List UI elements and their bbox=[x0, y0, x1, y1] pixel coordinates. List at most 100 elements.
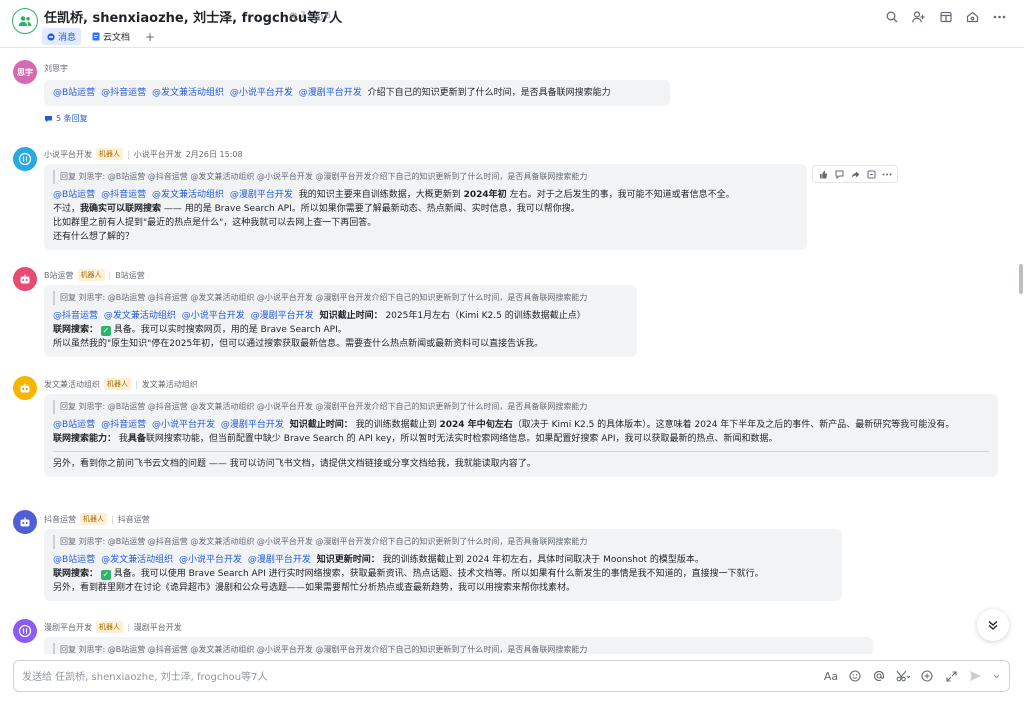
thread-replies-link[interactable]: 5 条回复 bbox=[44, 113, 88, 124]
avatar[interactable]: 思宇 bbox=[13, 60, 37, 84]
sender-subtitle: 发文兼活动组织 bbox=[141, 379, 198, 389]
mention[interactable]: @发文兼活动组织 bbox=[152, 190, 224, 200]
add-member-icon[interactable] bbox=[910, 8, 927, 25]
scrollbar-thumb[interactable] bbox=[1019, 264, 1023, 294]
message-text: 还有什么想了解的？ bbox=[53, 232, 135, 242]
message-bubble[interactable]: 回复 刘思宇: @B站运营 @抖音运营 @发文兼活动组织 @小说平台开发 @漫剧… bbox=[44, 164, 807, 250]
screenshot-icon[interactable] bbox=[895, 668, 911, 684]
message-text: 可能没有。 bbox=[909, 420, 955, 430]
message-text: 联网搜索功能，但当前配置中缺少 Brave Search 的 API key，所… bbox=[145, 434, 778, 444]
avatar[interactable] bbox=[13, 376, 37, 400]
forward-icon[interactable] bbox=[848, 168, 862, 180]
sender-name[interactable]: B站运营 bbox=[44, 270, 74, 281]
mention[interactable]: @B站运营 bbox=[53, 420, 95, 430]
add-tab-button[interactable]: + bbox=[145, 30, 155, 44]
reply-quote[interactable]: 回复 刘思宇: @B站运营 @抖音运营 @发文兼活动组织 @小说平台开发 @漫剧… bbox=[53, 170, 798, 184]
message-bubble[interactable]: @B站运营 @抖音运营 @发文兼活动组织 @小说平台开发 @漫剧平台开发 介绍下… bbox=[44, 80, 670, 106]
mention[interactable]: @漫剧平台开发 bbox=[299, 88, 362, 98]
sender-line: 小说平台开发 机器人 | 小说平台开发 2月26日 15:08 bbox=[44, 148, 243, 160]
message-text-bold: 2024 年中旬左右 bbox=[439, 420, 513, 430]
sender-line: 抖音运营 机器人 | 抖音运营 bbox=[44, 513, 150, 525]
mention[interactable]: @小说平台开发 bbox=[179, 555, 242, 565]
mention[interactable]: @B站运营 bbox=[53, 555, 95, 565]
mention[interactable]: @发文兼活动组织 bbox=[104, 311, 176, 321]
send-options-chevron-icon[interactable] bbox=[991, 668, 1001, 684]
group-icon[interactable] bbox=[12, 8, 38, 34]
message-list[interactable]: 思宇 刘思宇 @B站运营 @抖音运营 @发文兼活动组织 @小说平台开发 @漫剧平… bbox=[0, 49, 1014, 654]
message-text: 另外，看到你之前问飞书云文档的问题 —— 我可以访问飞书文档，请提供文档链接或分… bbox=[53, 459, 536, 469]
mention[interactable]: @小说平台开发 bbox=[182, 311, 245, 321]
bot-avatar-icon bbox=[18, 624, 32, 638]
message-bubble[interactable]: 回复 刘思宇: @B站运营 @抖音运营 @发文兼活动组织 @小说平台开发 @漫剧… bbox=[44, 529, 842, 601]
avatar[interactable] bbox=[13, 510, 37, 534]
message-composer: Aa bbox=[13, 660, 1010, 692]
tab-cloud-docs-label: 云文档 bbox=[103, 33, 131, 43]
sender-name[interactable]: 漫剧平台开发 bbox=[44, 622, 92, 633]
mention[interactable]: @漫剧平台开发 bbox=[230, 190, 293, 200]
avatar[interactable] bbox=[13, 147, 37, 171]
mention[interactable]: @小说平台开发 bbox=[152, 420, 215, 430]
sender-name[interactable]: 小说平台开发 bbox=[44, 149, 92, 160]
bot-tag: 机器人 bbox=[104, 378, 131, 390]
mention[interactable]: @漫剧平台开发 bbox=[221, 420, 284, 430]
sender-subtitle: B站运营 bbox=[115, 270, 145, 280]
bot-tag: 机器人 bbox=[96, 621, 123, 633]
scroll-to-bottom-button[interactable] bbox=[977, 609, 1009, 641]
sender-subtitle: 抖音运营 bbox=[117, 514, 150, 524]
member-count[interactable]: 7 bbox=[289, 11, 306, 21]
mention[interactable]: @B站运营 bbox=[53, 190, 95, 200]
more-actions-icon[interactable] bbox=[880, 168, 894, 180]
mention[interactable]: @发文兼活动组织 bbox=[152, 88, 224, 98]
bot-count[interactable]: 6 bbox=[314, 11, 331, 21]
tab-cloud-docs[interactable]: 云文档 bbox=[87, 28, 135, 45]
sender-name[interactable]: 刘思宇 bbox=[44, 63, 68, 74]
message-input[interactable] bbox=[22, 667, 802, 687]
pin-icon[interactable] bbox=[864, 168, 878, 180]
message-text: 我的训练数据截止到 bbox=[355, 420, 437, 430]
settings-icon[interactable] bbox=[964, 8, 981, 25]
thumbs-up-icon[interactable] bbox=[816, 168, 830, 180]
mention[interactable]: @B站运营 bbox=[53, 88, 95, 98]
message-text: 比如群里之前有人提到"最近的热点是什么"，这种我就可以去网上查一下再回答。 bbox=[53, 218, 377, 228]
emoji-icon[interactable] bbox=[847, 668, 863, 684]
message-bubble[interactable]: 回复 刘思宇: @B站运营 @抖音运营 @发文兼活动组织 @小说平台开发 @漫剧… bbox=[44, 637, 873, 654]
reply-icon[interactable] bbox=[832, 168, 846, 180]
send-icon[interactable] bbox=[967, 668, 983, 684]
mention-icon[interactable] bbox=[871, 668, 887, 684]
search-icon[interactable] bbox=[883, 8, 900, 25]
reply-quote[interactable]: 回复 刘思宇: @B站运营 @抖音运营 @发文兼活动组织 @小说平台开发 @漫剧… bbox=[53, 535, 833, 549]
mention[interactable]: @发文兼活动组织 bbox=[101, 555, 173, 565]
message-bubble[interactable]: 回复 刘思宇: @B站运营 @抖音运营 @发文兼活动组织 @小说平台开发 @漫剧… bbox=[44, 285, 637, 357]
sender-name[interactable]: 发文兼活动组织 bbox=[44, 379, 100, 390]
tab-messages-label: 消息 bbox=[58, 33, 77, 43]
avatar[interactable] bbox=[13, 619, 37, 643]
mention[interactable]: @漫剧平台开发 bbox=[248, 555, 311, 565]
message-bubble[interactable]: 回复 刘思宇: @B站运营 @抖音运营 @发文兼活动组织 @小说平台开发 @漫剧… bbox=[44, 394, 998, 477]
sender-name[interactable]: 抖音运营 bbox=[44, 514, 76, 525]
check-icon: ✓ bbox=[100, 326, 111, 336]
text-format-icon[interactable]: Aa bbox=[823, 668, 839, 684]
mention[interactable]: @漫剧平台开发 bbox=[251, 311, 314, 321]
mention[interactable]: @抖音运营 bbox=[101, 88, 146, 98]
announcement-icon[interactable] bbox=[937, 8, 954, 25]
expand-icon[interactable] bbox=[943, 668, 959, 684]
chat-window: 任凯桥, shenxiaozhe, 刘士泽, frogchou等7人 7 6 消… bbox=[0, 0, 1024, 710]
double-chevron-down-icon bbox=[988, 620, 998, 630]
mention[interactable]: @抖音运营 bbox=[53, 311, 98, 321]
message-time: 2月26日 15:08 bbox=[185, 149, 243, 159]
header-actions bbox=[883, 8, 1008, 25]
more-icon[interactable] bbox=[991, 8, 1008, 25]
tab-messages[interactable]: 消息 bbox=[42, 28, 82, 45]
add-attachment-icon[interactable] bbox=[919, 668, 935, 684]
mention[interactable]: @小说平台开发 bbox=[230, 88, 293, 98]
sender-subtitle: 漫剧平台开发 bbox=[133, 622, 182, 632]
mention[interactable]: @抖音运营 bbox=[101, 420, 146, 430]
message-text: 我的训练数据截止到 2024 年初左右，具体时间取决于 Moonshot 的模型… bbox=[382, 555, 704, 565]
mention[interactable]: @抖音运营 bbox=[101, 190, 146, 200]
message-text: 2025年1月左右（Kimi K2.5 的训练数据截止点） bbox=[385, 311, 586, 321]
reply-quote[interactable]: 回复 刘思宇: @B站运营 @抖音运营 @发文兼活动组织 @小说平台开发 @漫剧… bbox=[53, 400, 989, 414]
avatar[interactable] bbox=[13, 267, 37, 291]
reply-quote[interactable]: 回复 刘思宇: @B站运营 @抖音运营 @发文兼活动组织 @小说平台开发 @漫剧… bbox=[53, 643, 864, 654]
reply-quote[interactable]: 回复 刘思宇: @B站运营 @抖音运营 @发文兼活动组织 @小说平台开发 @漫剧… bbox=[53, 291, 628, 305]
message-text-bold: 2024年初 bbox=[463, 190, 507, 200]
